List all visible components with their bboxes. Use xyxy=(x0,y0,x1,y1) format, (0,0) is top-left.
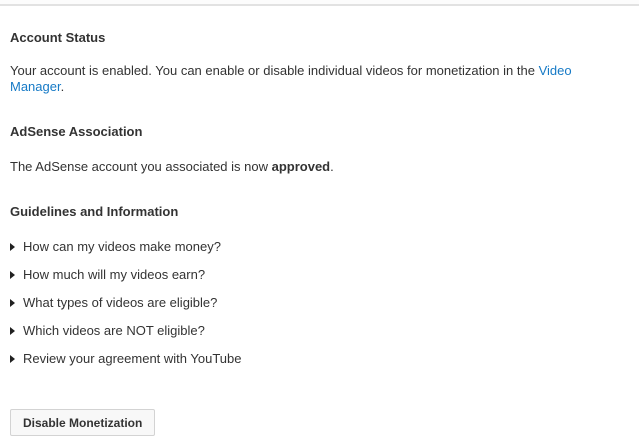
expand-arrow-icon xyxy=(10,271,15,279)
account-status-text-prefix: Your account is enabled. You can enable … xyxy=(10,63,539,78)
expand-arrow-icon xyxy=(10,243,15,251)
adsense-status-text-suffix: . xyxy=(330,159,334,174)
guidelines-heading: Guidelines and Information xyxy=(10,204,629,219)
expand-arrow-icon xyxy=(10,355,15,363)
guideline-item-label: How can my videos make money? xyxy=(23,239,221,254)
guideline-item-label: Review your agreement with YouTube xyxy=(23,351,241,366)
account-status-text: Your account is enabled. You can enable … xyxy=(10,63,629,94)
guideline-item-videos-earn[interactable]: How much will my videos earn? xyxy=(10,268,629,282)
account-status-heading: Account Status xyxy=(10,30,629,45)
guideline-item-youtube-agreement[interactable]: Review your agreement with YouTube xyxy=(10,352,629,366)
monetization-settings-panel: Account Status Your account is enabled. … xyxy=(0,30,639,436)
adsense-association-heading: AdSense Association xyxy=(10,124,629,139)
guideline-item-make-money[interactable]: How can my videos make money? xyxy=(10,240,629,254)
guideline-item-eligible-types[interactable]: What types of videos are eligible? xyxy=(10,296,629,310)
guideline-item-label: What types of videos are eligible? xyxy=(23,295,217,310)
guideline-item-label: How much will my videos earn? xyxy=(23,267,205,282)
guideline-list: How can my videos make money? How much w… xyxy=(10,240,629,366)
adsense-approved-status: approved xyxy=(272,159,331,174)
adsense-status-text: The AdSense account you associated is no… xyxy=(10,159,629,175)
top-divider-strip xyxy=(0,0,639,6)
disable-monetization-button[interactable]: Disable Monetization xyxy=(10,409,155,436)
expand-arrow-icon xyxy=(10,327,15,335)
adsense-status-text-prefix: The AdSense account you associated is no… xyxy=(10,159,272,174)
guideline-item-label: Which videos are NOT eligible? xyxy=(23,323,205,338)
expand-arrow-icon xyxy=(10,299,15,307)
account-status-text-suffix: . xyxy=(61,79,65,94)
guideline-item-not-eligible[interactable]: Which videos are NOT eligible? xyxy=(10,324,629,338)
